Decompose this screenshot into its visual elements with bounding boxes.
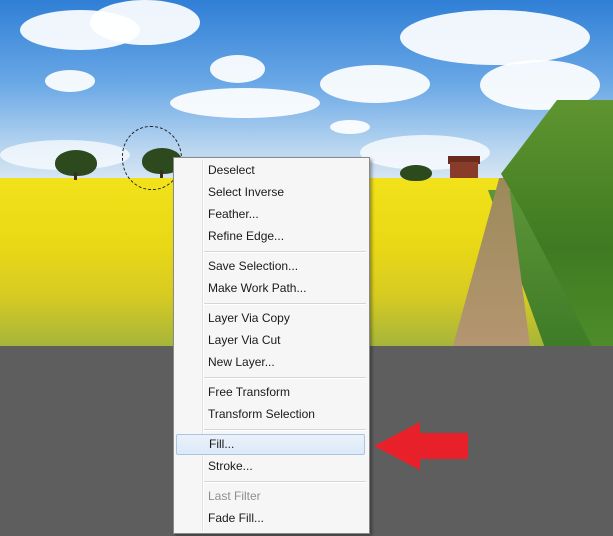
menu-item-free-transform[interactable]: Free Transform [176, 382, 365, 403]
menu-item-transform-selection[interactable]: Transform Selection [176, 404, 365, 425]
menu-item-layer-via-cut[interactable]: Layer Via Cut [176, 330, 365, 351]
menu-item-feather[interactable]: Feather... [176, 204, 365, 225]
context-menu: Deselect Select Inverse Feather... Refine E… [173, 157, 370, 534]
menu-item-last-filter: Last Filter [208, 489, 261, 503]
menu-separator [204, 429, 366, 431]
house [450, 162, 478, 178]
red-arrow-icon [374, 422, 468, 470]
tree [400, 165, 432, 181]
menu-separator [204, 251, 366, 253]
menu-item-fill[interactable]: Fill... [176, 434, 365, 455]
menu-item-stroke[interactable]: Stroke... [176, 456, 365, 477]
menu-separator [204, 377, 366, 379]
menu-item-save-selection[interactable]: Save Selection... [176, 256, 365, 277]
menu-separator [204, 481, 366, 483]
menu-item-select-inverse[interactable]: Select Inverse [176, 182, 365, 203]
menu-item-refine-edge[interactable]: Refine Edge... [176, 226, 365, 247]
menu-separator [204, 303, 366, 305]
menu-item-make-work-path[interactable]: Make Work Path... [176, 278, 365, 299]
menu-item-deselect[interactable]: Deselect [176, 160, 365, 181]
menu-item-layer-via-copy[interactable]: Layer Via Copy [176, 308, 365, 329]
menu-item-fade-fill[interactable]: Fade Fill... [176, 508, 365, 529]
menu-item-new-layer[interactable]: New Layer... [176, 352, 365, 373]
